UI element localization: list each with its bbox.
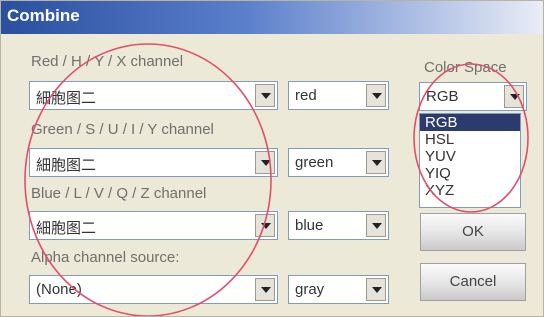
dialog-title: Combine [7, 6, 80, 25]
blue-source-value: 細胞图二 [36, 220, 97, 237]
green-color-select[interactable]: green [288, 148, 389, 177]
chevron-down-icon[interactable] [255, 84, 275, 107]
chevron-down-icon[interactable] [255, 214, 275, 237]
alpha-source-select[interactable]: (None) [29, 275, 278, 304]
color-space-option-xyz[interactable]: XYZ [420, 182, 520, 199]
blue-source-select[interactable]: 細胞图二 [29, 211, 278, 240]
color-space-option-yuv[interactable]: YUV [420, 148, 520, 165]
red-source-value: 細胞图二 [36, 90, 97, 107]
green-source-select[interactable]: 細胞图二 [29, 148, 278, 177]
alpha-color-select[interactable]: gray [288, 275, 389, 304]
chevron-down-icon[interactable] [366, 278, 386, 301]
blue-channel-label: Blue / L / V / Q / Z channel [31, 185, 207, 202]
alpha-color-value: gray [295, 281, 325, 298]
color-space-value: RGB [426, 88, 459, 105]
red-channel-label: Red / H / Y / X channel [31, 53, 184, 70]
title-bar: Combine [1, 1, 543, 34]
green-channel-label: Green / S / U / I / Y channel [31, 121, 214, 138]
chevron-down-icon[interactable] [255, 151, 275, 174]
chevron-down-icon[interactable] [504, 85, 524, 108]
chevron-down-icon[interactable] [366, 84, 386, 107]
chevron-down-icon[interactable] [255, 278, 275, 301]
cancel-button[interactable]: Cancel [420, 263, 526, 301]
blue-color-select[interactable]: blue [288, 211, 389, 240]
red-color-value: red [295, 87, 317, 104]
color-space-dropdown-list: RGB HSL YUV YIQ XYZ [419, 113, 521, 208]
color-space-option-yiq[interactable]: YIQ [420, 165, 520, 182]
color-space-label: Color Space [424, 59, 507, 76]
combine-dialog: Combine Red / H / Y / X channel 細胞图二 red… [0, 0, 544, 317]
chevron-down-icon[interactable] [366, 151, 386, 174]
red-color-select[interactable]: red [288, 81, 389, 110]
blue-color-value: blue [295, 217, 324, 234]
green-source-value: 細胞图二 [36, 157, 97, 174]
chevron-down-icon[interactable] [366, 214, 386, 237]
ok-button[interactable]: OK [420, 213, 526, 251]
color-space-option-rgb[interactable]: RGB [420, 114, 520, 131]
alpha-source-value: (None) [36, 281, 82, 298]
color-space-select[interactable]: RGB [419, 82, 527, 111]
red-source-select[interactable]: 細胞图二 [29, 81, 278, 110]
alpha-channel-label: Alpha channel source: [31, 249, 180, 266]
green-color-value: green [295, 154, 334, 171]
color-space-option-hsl[interactable]: HSL [420, 131, 520, 148]
